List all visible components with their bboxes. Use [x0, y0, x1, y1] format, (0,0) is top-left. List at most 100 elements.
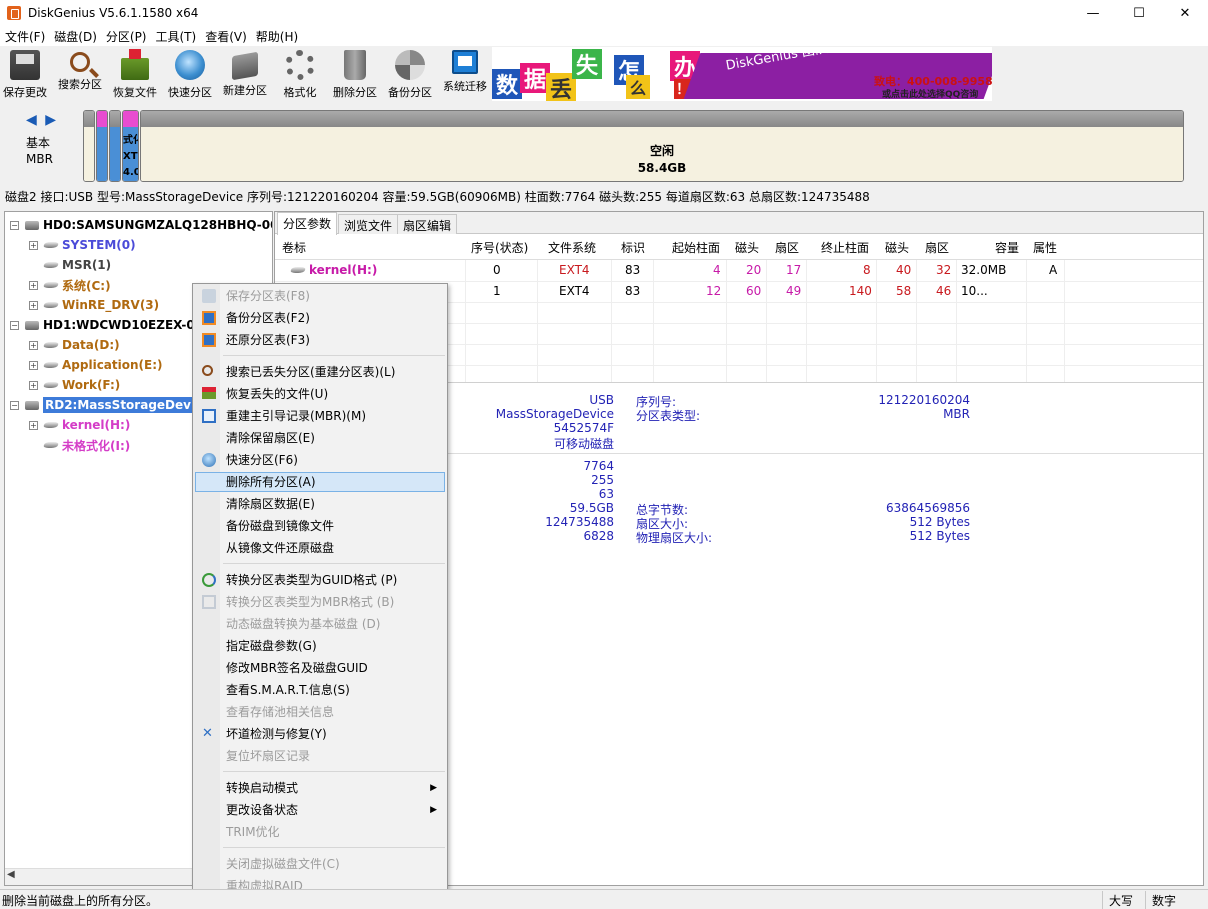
- tree-item-f[interactable]: + Work(F:): [29, 375, 120, 395]
- menu-item-delete-all-partitions[interactable]: 删除所有分区(A): [195, 472, 445, 492]
- partition-block-unformatted[interactable]: 式化 XT 4.0: [122, 110, 139, 182]
- expand-icon[interactable]: +: [29, 420, 38, 430]
- delete-partition-button[interactable]: 删除分区: [328, 50, 382, 100]
- partition-block-free[interactable]: 空闲 58.4GB: [140, 110, 1184, 182]
- col-header-id[interactable]: 标识: [621, 238, 645, 258]
- hard-disk-icon: [25, 220, 39, 230]
- partition-block-kernel[interactable]: [96, 110, 108, 182]
- tree-item-rd2[interactable]: − RD2:MassStorageDevice: [10, 395, 213, 415]
- save-changes-button[interactable]: 保存更改: [0, 50, 52, 100]
- col-header-start-head[interactable]: 磁头: [735, 238, 759, 258]
- menu-tools[interactable]: 工具(T): [151, 28, 201, 45]
- quick-partition-button[interactable]: 快速分区: [163, 50, 217, 100]
- new-partition-button[interactable]: 新建分区: [218, 50, 272, 98]
- col-header-start-sec[interactable]: 扇区: [775, 238, 799, 258]
- col-header-attr[interactable]: 属性: [1033, 238, 1057, 258]
- tree-item-c[interactable]: + 系统(C:): [29, 275, 111, 295]
- menu-disk[interactable]: 磁盘(D): [49, 28, 101, 45]
- expand-icon[interactable]: +: [29, 380, 38, 390]
- menu-item-restore-disk-from-image[interactable]: 从镜像文件还原磁盘: [195, 538, 445, 558]
- hard-disk-icon: [25, 320, 39, 330]
- tree-item-system[interactable]: + SYSTEM(0): [29, 235, 136, 255]
- minimize-button[interactable]: —: [1070, 0, 1116, 26]
- partition-block-unknown[interactable]: [83, 110, 95, 182]
- menu-item-view-smart[interactable]: 查看S.M.A.R.T.信息(S): [195, 680, 445, 700]
- collapse-icon[interactable]: −: [10, 400, 19, 410]
- col-header-start-cyl[interactable]: 起始柱面: [672, 238, 720, 258]
- recover-file-icon: [121, 49, 149, 80]
- tree-item-hd1[interactable]: − HD1:WDCWD10EZEX-08: [10, 315, 203, 335]
- menu-file[interactable]: 文件(F): [0, 28, 49, 45]
- menu-item-recover-lost-files[interactable]: 恢复丢失的文件(U): [195, 384, 445, 404]
- col-header-label[interactable]: 卷标: [282, 238, 306, 258]
- menu-item-quick-partition[interactable]: 快速分区(F6): [195, 450, 445, 470]
- window-title: DiskGenius V5.6.1.1580 x64: [28, 6, 199, 20]
- menu-item-backup-disk-to-image[interactable]: 备份磁盘到镜像文件: [195, 516, 445, 536]
- col-header-size[interactable]: 容量: [995, 238, 1019, 258]
- tab-partition-params[interactable]: 分区参数: [277, 212, 338, 235]
- format-button[interactable]: 格式化: [273, 50, 327, 100]
- collapse-icon[interactable]: −: [10, 320, 19, 330]
- free-space-label: 空闲 58.4GB: [637, 144, 687, 175]
- col-header-fs[interactable]: 文件系统: [548, 238, 596, 258]
- tree-item-kernel[interactable]: + kernel(H:): [29, 415, 130, 435]
- banner-qq-link[interactable]: 或点击此处选择QQ咨询: [882, 87, 978, 100]
- backup-partition-button[interactable]: 备份分区: [383, 50, 437, 100]
- tree-item-msr[interactable]: MSR(1): [29, 255, 111, 275]
- volume-icon: [42, 362, 60, 368]
- banner-tile: 数: [492, 69, 522, 99]
- col-header-end-sec[interactable]: 扇区: [925, 238, 949, 258]
- expand-icon[interactable]: +: [29, 340, 38, 350]
- menu-item-bad-sector-check[interactable]: ✕ 坏道检测与修复(Y): [195, 724, 445, 744]
- scroll-left-icon[interactable]: ◀: [7, 869, 15, 880]
- tree-item-hd0[interactable]: − HD0:SAMSUNGMZALQ128HBHQ-000: [10, 215, 272, 235]
- menu-item-modify-mbr-signature[interactable]: 修改MBR签名及磁盘GUID: [195, 658, 445, 678]
- tree-item-d[interactable]: + Data(D:): [29, 335, 120, 355]
- menu-partition[interactable]: 分区(P): [101, 28, 151, 45]
- menu-item-change-device-state[interactable]: 更改设备状态 ▶: [195, 800, 445, 820]
- menu-item-rebuild-mbr[interactable]: 重建主引导记录(MBR)(M): [195, 406, 445, 426]
- menu-item-clear-reserved-sectors[interactable]: 清除保留扇区(E): [195, 428, 445, 448]
- collapse-icon[interactable]: −: [10, 220, 19, 230]
- menu-item-convert-to-guid[interactable]: 转换分区表类型为GUID格式 (P): [195, 570, 445, 590]
- expand-icon[interactable]: +: [29, 240, 38, 250]
- recover-file-button[interactable]: 恢复文件: [108, 49, 162, 100]
- menu-item-restore-partition-table[interactable]: 还原分区表(F3): [195, 330, 445, 350]
- menu-item-backup-partition-table[interactable]: 备份分区表(F2): [195, 308, 445, 328]
- disk-nav-arrows[interactable]: ◀ ▶: [26, 112, 58, 128]
- col-header-index[interactable]: 序号(状态): [471, 238, 528, 258]
- expand-icon[interactable]: +: [29, 280, 38, 290]
- menu-item-reset-bad-sectors[interactable]: 复位坏扇区记录: [195, 746, 445, 766]
- menu-item-dynamic-to-basic[interactable]: 动态磁盘转换为基本磁盘 (D): [195, 614, 445, 634]
- maximize-button[interactable]: ☐: [1116, 0, 1162, 26]
- tree-item-e[interactable]: + Application(E:): [29, 355, 163, 375]
- tab-sector-edit[interactable]: 扇区编辑: [397, 214, 458, 234]
- menu-item-clear-sector-data[interactable]: 清除扇区数据(E): [195, 494, 445, 514]
- menu-item-view-storage-pool[interactable]: 查看存储池相关信息: [195, 702, 445, 722]
- menu-item-specify-disk-params[interactable]: 指定磁盘参数(G): [195, 636, 445, 656]
- tree-item-unformatted[interactable]: 未格式化(I:): [29, 435, 130, 455]
- submenu-arrow-icon: ▶: [430, 783, 437, 793]
- menu-item-convert-to-mbr[interactable]: 转换分区表类型为MBR格式 (B): [195, 592, 445, 612]
- menu-item-convert-boot-mode[interactable]: 转换启动模式 ▶: [195, 778, 445, 798]
- menu-item-close-virtual-disk[interactable]: 关闭虚拟磁盘文件(C): [195, 854, 445, 874]
- disk-info-line: 磁盘2 接口:USB 型号:MassStorageDevice 序列号:1212…: [5, 190, 870, 204]
- menu-item-save-partition-table[interactable]: 保存分区表(F8): [195, 286, 445, 306]
- menu-item-trim-optimize[interactable]: TRIM优化: [195, 822, 445, 842]
- support-banner[interactable]: 数 据 丢 失 怎 么 办 ！ DiskGenius 团队为您服务 致电：400…: [492, 47, 992, 101]
- col-header-end-head[interactable]: 磁头: [885, 238, 909, 258]
- menu-help[interactable]: 帮助(H): [251, 28, 302, 45]
- close-button[interactable]: ✕: [1162, 0, 1208, 26]
- search-partition-button[interactable]: 搜索分区: [53, 50, 107, 92]
- expand-icon[interactable]: +: [29, 360, 38, 370]
- repair-tools-icon: ✕: [202, 726, 213, 741]
- detail-serial-val: 121220160204: [878, 393, 970, 407]
- menu-item-search-lost-partitions[interactable]: 搜索已丢失分区(重建分区表)(L): [195, 362, 445, 382]
- tree-item-winre[interactable]: + WinRE_DRV(3): [29, 295, 159, 315]
- col-header-end-cyl[interactable]: 终止柱面: [821, 238, 869, 258]
- menu-view[interactable]: 查看(V): [200, 28, 251, 45]
- system-migrate-button[interactable]: 系统迁移: [438, 50, 492, 94]
- partition-block-2[interactable]: [109, 110, 121, 182]
- expand-icon[interactable]: +: [29, 300, 38, 310]
- tab-browse-files[interactable]: 浏览文件: [338, 214, 399, 234]
